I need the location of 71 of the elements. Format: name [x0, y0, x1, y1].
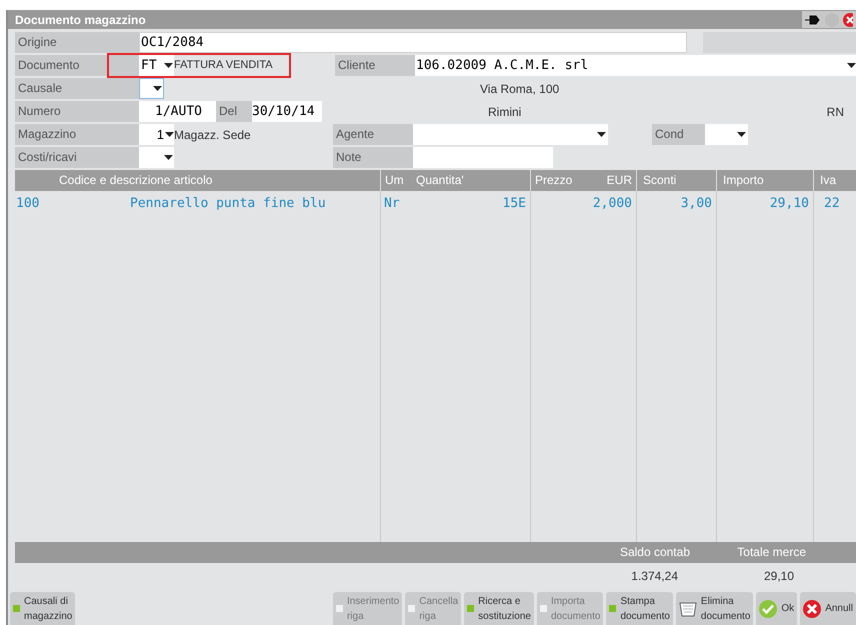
document-type-dropdown[interactable]: FT: [139, 55, 174, 76]
column-header: EUR: [606, 172, 632, 189]
field-label: Numero: [15, 101, 139, 122]
document-type-name: FATTURA VENDITA: [174, 58, 273, 74]
column-header: Um: [385, 173, 404, 187]
field-label: Agente: [333, 124, 413, 145]
status-square-icon: [540, 605, 547, 612]
total-value: 1.374,24: [631, 568, 678, 585]
caret-icon: [847, 63, 856, 68]
status-square-icon: [408, 605, 416, 612]
origine-field[interactable]: OC1/2084: [139, 32, 687, 53]
close-icon[interactable]: [843, 12, 853, 26]
column-header: Sconti: [643, 173, 676, 187]
field-label: Origine: [15, 32, 139, 53]
note-field[interactable]: [413, 147, 553, 168]
table-cell-text: Nr: [384, 195, 401, 213]
toolbar-button[interactable]: Causali di magazzino: [10, 592, 76, 625]
caret-icon: [164, 155, 173, 160]
status-square-icon: [336, 605, 343, 612]
toolbar-button[interactable]: Ok: [756, 592, 798, 625]
table-cell-text: 29,10: [770, 195, 809, 213]
basket-icon: [678, 600, 697, 618]
column-header: Quantita': [416, 173, 464, 187]
total-label: Totale merce: [737, 544, 806, 561]
field-label: Costi/ricavi: [15, 147, 139, 168]
date-field[interactable]: 30/10/14: [252, 101, 322, 122]
status-square-icon: [13, 605, 20, 612]
table-cell-text: 2,000: [592, 195, 632, 213]
field-label: Documento: [15, 55, 107, 76]
total-value: 29,10: [764, 568, 794, 585]
magazzino-name: Magazz. Sede: [174, 126, 252, 144]
status-square-icon: [609, 605, 616, 612]
toolbar-button[interactable]: Ricerca e sostituzione: [464, 592, 534, 625]
caret-icon: [164, 63, 173, 68]
magazzino-dropdown[interactable]: 1: [139, 124, 174, 145]
field-label: Causale: [15, 78, 139, 99]
toolbar-button[interactable]: Stampa documento: [606, 592, 673, 625]
costi-ricavi-dropdown[interactable]: [139, 147, 174, 168]
column-header: Codice e descrizione articolo: [59, 173, 212, 187]
table-cell-text: 22: [824, 195, 841, 213]
cliente-dropdown[interactable]: 106.02009 A.C.M.E. srl: [415, 55, 856, 76]
window-title: Documento magazzino: [15, 12, 146, 28]
checkmark-icon: [759, 600, 778, 618]
column-header: Prezzo: [535, 172, 572, 189]
toolbar-button[interactable]: Elimina documento: [676, 592, 754, 625]
close-icon: [803, 600, 822, 618]
causale-dropdown[interactable]: [139, 78, 164, 99]
numero-field[interactable]: 1/AUTO: [139, 101, 216, 122]
caret-icon: [597, 132, 606, 137]
field-label: Cond: [652, 124, 705, 145]
field-label: Note: [333, 147, 413, 168]
table-cell-text: 3,00: [680, 195, 712, 213]
toolbar-button[interactable]: Annull: [800, 592, 856, 625]
column-header: Importo: [723, 173, 764, 187]
column-header: Iva: [820, 173, 836, 187]
field-label: Magazzino: [15, 124, 139, 145]
client-city: Rimini: [488, 104, 522, 120]
table-cell-text: 100: [16, 195, 40, 213]
status-square-icon: [467, 605, 474, 612]
table-cell-text: 15E: [502, 195, 526, 213]
field-label: Del: [216, 101, 252, 122]
field-label: Cliente: [335, 55, 415, 76]
caret-icon: [165, 132, 174, 137]
pin-icon[interactable]: [805, 14, 821, 26]
cond-dropdown[interactable]: [705, 124, 748, 145]
total-label: Saldo contab: [620, 544, 690, 561]
client-address: Via Roma, 100: [480, 80, 560, 98]
client-province: RN: [826, 104, 844, 120]
table-cell-text: Pennarello punta fine blu: [130, 195, 326, 213]
caret-icon: [737, 132, 746, 137]
caret-icon: [153, 86, 162, 91]
